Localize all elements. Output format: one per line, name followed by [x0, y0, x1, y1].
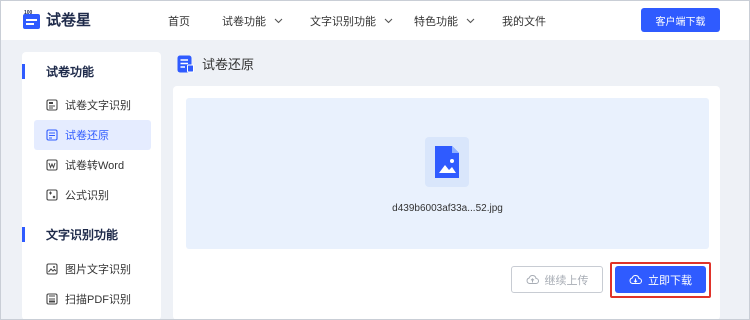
formula-icon	[46, 189, 58, 201]
sidebar-item-label: 扫描PDF识别	[65, 294, 131, 306]
scan-pdf-icon	[46, 293, 58, 305]
nav-special-features[interactable]: 特色功能	[414, 13, 475, 29]
logo-icon: 100	[23, 10, 40, 29]
doc-word-icon	[46, 159, 58, 171]
nav-home[interactable]: 首页	[168, 13, 190, 29]
sidebar-group-ocr: 文字识别功能	[22, 223, 118, 245]
sidebar-group-title: 文字识别功能	[46, 227, 119, 242]
image-file-icon	[435, 146, 459, 178]
sidebar-group-exam: 试卷功能	[22, 60, 94, 82]
nav-ocr-features-label: 文字识别功能	[310, 16, 376, 28]
download-now-label: 立即下载	[648, 274, 692, 287]
sidebar-item-label: 试卷文字识别	[65, 100, 131, 112]
page-title-text: 试卷还原	[202, 57, 255, 72]
download-now-button[interactable]: 立即下载	[615, 266, 706, 293]
logo[interactable]: 100 试卷星	[22, 9, 91, 30]
logo-text: 试卷星	[46, 12, 92, 29]
nav-ocr-features[interactable]: 文字识别功能	[310, 13, 393, 29]
sidebar-item-scan-pdf-ocr[interactable]: 扫描PDF识别	[34, 284, 151, 314]
continue-upload-button[interactable]: 继续上传	[511, 266, 603, 293]
sidebar-item-image-text-ocr[interactable]: 图片文字识别	[34, 254, 151, 284]
image-text-icon	[46, 263, 58, 275]
group-indicator	[22, 63, 25, 79]
sidebar-item-label: 试卷还原	[65, 130, 109, 142]
sidebar-group-title: 试卷功能	[46, 64, 95, 79]
nav-exam-features-label: 试卷功能	[222, 16, 266, 28]
chevron-down-icon	[274, 18, 283, 24]
sidebar-item-label: 试卷转Word	[65, 160, 125, 172]
nav-my-files-label: 我的文件	[502, 16, 546, 28]
nav-my-files[interactable]: 我的文件	[502, 13, 546, 29]
sidebar-item-label: 图片文字识别	[65, 264, 131, 276]
sidebar-item-exam-text-ocr[interactable]: 试卷文字识别	[34, 90, 151, 120]
cloud-download-icon	[629, 275, 642, 284]
sidebar: 试卷功能 试卷文字识别 试卷还原 试卷转Word 公式识别 文字识别功能 图片文…	[22, 52, 161, 320]
nav-home-label: 首页	[168, 16, 190, 28]
chevron-down-icon	[384, 18, 393, 24]
nav-exam-features[interactable]: 试卷功能	[222, 13, 283, 29]
doc-restore-icon	[46, 129, 58, 141]
top-header: 100 试卷星 首页 试卷功能 文字识别功能 特色功能 我的文件 客户端下载	[0, 0, 750, 40]
nav-special-features-label: 特色功能	[414, 16, 458, 28]
cloud-upload-icon	[526, 275, 539, 284]
sidebar-item-label: 公式识别	[65, 190, 109, 202]
sidebar-item-formula-ocr[interactable]: 公式识别	[34, 180, 151, 210]
file-name: d439b6003af33a...52.jpg	[392, 203, 503, 214]
continue-upload-label: 继续上传	[544, 274, 589, 287]
page-title: 试卷还原	[177, 54, 254, 73]
doc-restore-icon	[177, 55, 194, 72]
file-thumbnail[interactable]	[425, 137, 469, 187]
svg-text:100: 100	[24, 10, 33, 16]
doc-text-icon	[46, 99, 58, 111]
client-download-button[interactable]: 客户端下载	[641, 8, 720, 32]
chevron-down-icon	[466, 18, 475, 24]
sidebar-item-exam-to-word[interactable]: 试卷转Word	[34, 150, 151, 180]
sidebar-item-exam-restore[interactable]: 试卷还原	[34, 120, 151, 150]
group-indicator	[22, 226, 25, 242]
